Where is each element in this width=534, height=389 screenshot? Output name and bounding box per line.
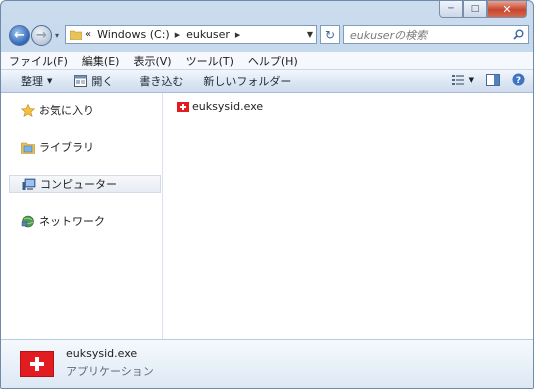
search-box[interactable] — [343, 25, 529, 44]
new-folder-label: 新しいフォルダー — [203, 75, 292, 88]
file-name: euksysid.exe — [192, 100, 264, 113]
chevron-down-icon: ▼ — [47, 77, 53, 85]
sidebar-item-label: お気に入り — [39, 104, 94, 117]
forward-arrow-icon: → — [36, 28, 47, 43]
svg-text:?: ? — [516, 76, 521, 86]
open-button[interactable]: 開く — [74, 73, 113, 89]
network-icon — [21, 215, 34, 227]
organize-button[interactable]: 整理 ▼ — [21, 73, 52, 89]
breadcrumb-chevron-icon[interactable]: ▶ — [175, 31, 180, 39]
forward-button[interactable]: → — [31, 25, 52, 46]
views-button[interactable]: ▼ — [451, 74, 474, 86]
navigation-pane: お気に入り ライブラリ コンピューター ネットワーク — [1, 93, 163, 339]
address-bar[interactable]: « Windows (C:) ▶ eukuser ▶ ▼ — [65, 25, 317, 44]
sidebar-item-computer[interactable]: コンピューター — [9, 175, 161, 193]
swiss-flag-icon — [21, 352, 53, 376]
menu-edit[interactable]: 編集(E) — [74, 53, 126, 69]
sidebar-item-label: コンピューター — [40, 178, 117, 191]
new-folder-button[interactable]: 新しいフォルダー — [203, 73, 291, 89]
search-icon[interactable] — [513, 29, 524, 40]
chevron-down-icon: ▼ — [468, 75, 474, 84]
file-item[interactable]: euksysid.exe — [177, 100, 263, 113]
breadcrumb-user-folder[interactable]: eukuser — [186, 28, 230, 41]
explorer-window: ─ □ ✕ ← → ▾ « Windows (C:) ▶ eukuser ▶ ▼… — [0, 0, 534, 389]
sidebar-item-libraries[interactable]: ライブラリ — [9, 138, 161, 156]
command-bar: 整理 ▼ 開く 書き込む 新しいフォルダー ▼ ? — [1, 70, 533, 93]
help-icon[interactable]: ? — [512, 73, 525, 86]
details-file-type: アプリケーション — [66, 365, 154, 378]
menu-tools[interactable]: ツール(T) — [178, 53, 240, 69]
sidebar-item-network[interactable]: ネットワーク — [9, 212, 161, 230]
details-pane: euksysid.exe アプリケーション — [1, 339, 533, 388]
folder-icon — [70, 30, 82, 40]
menu-help[interactable]: ヘルプ(H) — [240, 53, 304, 69]
refresh-icon: ↻ — [324, 27, 336, 42]
breadcrumb-chevron-icon[interactable]: ▶ — [235, 31, 240, 39]
menu-file[interactable]: ファイル(F) — [1, 53, 74, 69]
close-button[interactable]: ✕ — [487, 1, 527, 18]
details-file-name: euksysid.exe — [66, 347, 138, 360]
open-app-icon — [74, 75, 88, 87]
address-dropdown-icon[interactable]: ▼ — [307, 30, 313, 39]
computer-icon — [22, 178, 36, 190]
caption-buttons: ─ □ ✕ — [439, 1, 527, 18]
burn-button[interactable]: 書き込む — [139, 73, 183, 89]
maximize-button[interactable]: □ — [463, 1, 487, 18]
search-input[interactable] — [348, 27, 502, 44]
menu-bar: ファイル(F) 編集(E) 表示(V) ツール(T) ヘルプ(H) — [1, 51, 533, 70]
command-bar-right: ▼ ? — [451, 73, 525, 86]
recent-pages-dropdown[interactable]: ▾ — [55, 31, 59, 40]
sidebar-item-label: ライブラリ — [39, 141, 94, 154]
address-overflow[interactable]: « — [85, 29, 91, 40]
burn-label: 書き込む — [139, 75, 184, 88]
breadcrumb-drive[interactable]: Windows (C:) — [97, 28, 170, 41]
menu-view[interactable]: 表示(V) — [125, 53, 177, 69]
views-icon — [451, 74, 464, 85]
back-button[interactable]: ← — [9, 25, 30, 46]
minimize-button[interactable]: ─ — [439, 1, 463, 18]
navigation-bar: ← → ▾ « Windows (C:) ▶ eukuser ▶ ▼ ↻ — [7, 23, 529, 49]
swiss-flag-icon — [177, 101, 189, 112]
sidebar-item-label: ネットワーク — [39, 215, 105, 228]
preview-pane-icon[interactable] — [486, 73, 500, 86]
content-area: お気に入り ライブラリ コンピューター ネットワーク euksysid.exe — [1, 93, 533, 339]
library-icon — [21, 142, 35, 154]
organize-label: 整理 — [21, 75, 43, 88]
sidebar-item-favorites[interactable]: お気に入り — [9, 101, 161, 119]
star-icon — [21, 103, 35, 117]
refresh-button[interactable]: ↻ — [320, 25, 340, 44]
open-label: 開く — [91, 75, 114, 88]
back-arrow-icon: ← — [14, 28, 25, 43]
